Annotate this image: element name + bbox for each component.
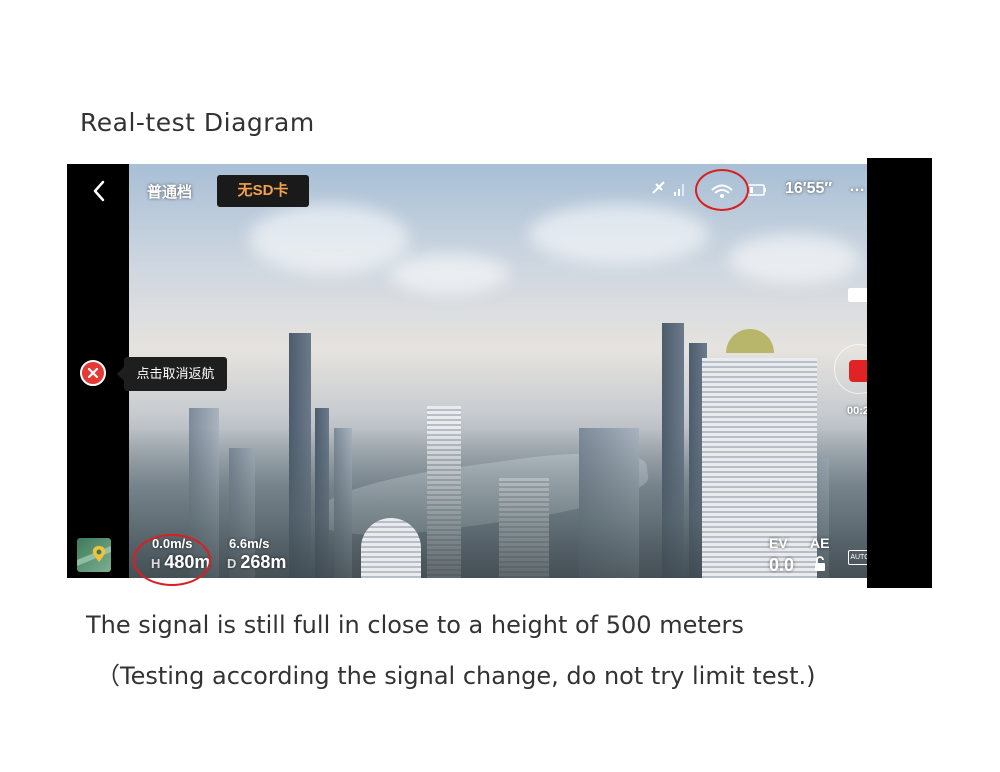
ae-label: AE [810, 535, 830, 551]
recording-elapsed-time: 00:24 [847, 405, 867, 417]
vertical-speed: 6.6m/s [229, 536, 270, 551]
distance-prefix: D [227, 556, 237, 571]
distance-readout: D 268m [227, 552, 286, 573]
video-camera-icon[interactable] [847, 286, 867, 304]
cloud [729, 234, 859, 284]
distance-value: 268m [240, 552, 287, 572]
auto-exposure-badge[interactable]: AUTO [848, 550, 867, 565]
ev-value[interactable]: 0.0 [769, 555, 794, 576]
sd-card-status-badge[interactable]: 无SD卡 [217, 175, 309, 207]
cloud [389, 254, 509, 294]
cancel-return-home-tooltip[interactable]: 点击取消返航 [117, 357, 227, 391]
back-chevron-icon[interactable] [89, 178, 111, 204]
caption-line-2: （Testing according the signal change, do… [96, 662, 816, 690]
tower-with-dome [702, 358, 817, 578]
height-annotation-circle [133, 534, 211, 586]
flight-mode-label[interactable]: 普通档 [147, 181, 192, 202]
record-stop-icon[interactable] [849, 360, 867, 382]
ev-label: EV [769, 535, 788, 551]
app-screenshot: 普通档 无SD卡 16′55″ … 00:24 点 [67, 164, 867, 578]
more-menu-button[interactable]: … [849, 178, 865, 196]
map-icon[interactable] [77, 538, 111, 572]
lock-icon[interactable] [813, 556, 827, 572]
cloud [249, 204, 409, 274]
satellite-off-icon [652, 181, 665, 194]
building [361, 518, 421, 578]
cloud [529, 204, 709, 264]
signal-bars-icon [674, 184, 684, 196]
remaining-flight-time: 16′55″ [785, 180, 833, 197]
diagram-heading: Real-test Diagram [80, 108, 315, 137]
wifi-signal-annotation-circle [695, 169, 749, 211]
right-black-bar [867, 158, 932, 588]
golden-dome [726, 329, 774, 353]
close-icon[interactable] [80, 360, 106, 386]
battery-icon [747, 184, 766, 196]
caption-line-1: The signal is still full in close to a h… [86, 611, 744, 639]
drone-camera-view [129, 164, 867, 578]
